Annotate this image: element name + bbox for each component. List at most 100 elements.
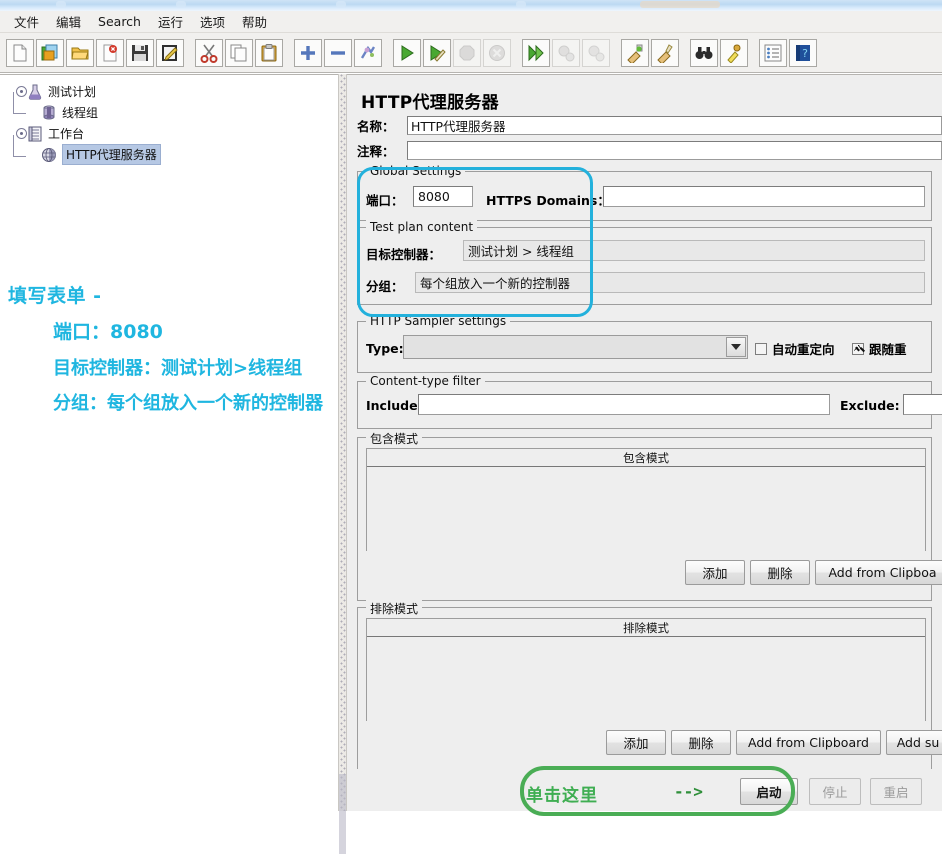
arrow-annotation: --> [674, 782, 703, 801]
shutdown-icon-button [483, 38, 511, 67]
http-proxy-icon [40, 146, 58, 164]
tree-expand-handle-workbench[interactable] [16, 128, 27, 139]
target-controller-combo[interactable]: 测试计划 > 线程组 [463, 240, 925, 261]
include-input[interactable] [418, 394, 830, 415]
toggle-icon-button[interactable] [354, 38, 382, 67]
clear-icon-button[interactable] [621, 38, 649, 67]
annotation-instructions: 填写表单 - 端口：8080 目标控制器：测试计划>线程组 分组：每个组放入一个… [8, 281, 338, 415]
annotation-line-4: 分组：每个组放入一个新的控制器 [53, 393, 323, 414]
name-label: 名称： [357, 119, 395, 134]
expand-plus-icon-button[interactable] [294, 38, 322, 67]
svg-text:?: ? [802, 47, 808, 60]
tree-node-thread-group[interactable]: 线程组 [8, 102, 338, 123]
clear-all-icon-button[interactable] [651, 38, 679, 67]
exclude-add-suggested-button[interactable]: Add su [886, 730, 942, 755]
copy-icon-button[interactable] [225, 38, 253, 67]
exclude-delete-button[interactable]: 删除 [671, 730, 731, 755]
menu-edit[interactable]: 编辑 [48, 10, 89, 33]
grouping-label: 分组： [366, 279, 404, 294]
start-button[interactable]: 启动 [740, 778, 798, 805]
shutdown-remote-icon-button [582, 38, 610, 67]
function-helper-icon-button[interactable] [759, 38, 787, 67]
reset-search-icon-button[interactable] [720, 38, 748, 67]
tree-node-label: 线程组 [62, 106, 99, 120]
save-icon-button[interactable] [126, 38, 154, 67]
comment-input[interactable] [407, 141, 942, 160]
open-folder-icon-button[interactable] [66, 38, 94, 67]
exclude-add-button[interactable]: 添加 [606, 730, 666, 755]
test-plan-tree-panel[interactable]: 测试计划 线程组 工作台 HTTP代理服务器 填写表单 - 端口：8080 目标… [0, 74, 338, 811]
test-plan-content-group: Test plan content 目标控制器： 测试计划 > 线程组 分组： … [357, 220, 932, 305]
follow-redirect-label: 跟随重 [869, 342, 907, 357]
grouping-combo[interactable]: 每个组放入一个新的控制器 [415, 272, 925, 293]
close-document-icon-button[interactable] [96, 38, 124, 67]
exclude-patterns-table[interactable]: 排除模式 [366, 618, 926, 721]
split-pane-divider[interactable] [338, 74, 347, 854]
help-book-icon-button[interactable]: ? [789, 38, 817, 67]
exclude-input[interactable] [903, 394, 942, 415]
include-patterns-column-header[interactable]: 包含模式 [367, 449, 925, 467]
annotation-line-1: 填写表单 - [8, 285, 102, 307]
include-add-from-clipboard-button[interactable]: Add from Clipboa [815, 560, 942, 585]
proxy-control-bar: 单击这里 --> 启动 停止 重启 [347, 769, 942, 811]
stop-icon-button [453, 38, 481, 67]
global-settings-title: Global Settings [366, 164, 466, 178]
click-here-annotation: 单击这里 [526, 786, 598, 806]
http-sampler-settings-group: HTTP Sampler settings Type: 自动重定向 跟随重 [357, 314, 932, 373]
https-domains-input[interactable] [603, 186, 925, 207]
target-controller-label: 目标控制器： [366, 247, 442, 262]
collapse-minus-icon-button[interactable] [324, 38, 352, 67]
start-remote-icon-button[interactable] [522, 38, 550, 67]
tree-node-label: HTTP代理服务器 [62, 144, 161, 165]
include-patterns-group: 包含模式 包含模式 添加 删除 Add from Clipboa [357, 430, 942, 601]
tree-node-label: 测试计划 [48, 85, 97, 99]
http-proxy-server-panel: HTTP代理服务器 名称： HTTP代理服务器 注释： Global Setti… [347, 74, 942, 811]
exclude-patterns-table-body[interactable] [367, 637, 925, 721]
start-icon-button[interactable] [393, 38, 421, 67]
include-add-button[interactable]: 添加 [685, 560, 745, 585]
tree-node-workbench[interactable]: 工作台 [8, 123, 338, 144]
menu-run[interactable]: 运行 [150, 10, 191, 33]
stop-remote-icon-button [552, 38, 580, 67]
auto-redirect-checkbox[interactable]: 自动重定向 [755, 339, 835, 358]
restart-button: 重启 [870, 778, 922, 805]
annotation-line-2: 端口：8080 [53, 321, 163, 343]
exclude-add-from-clipboard-button[interactable]: Add from Clipboard [736, 730, 881, 755]
paste-icon-button[interactable] [255, 38, 283, 67]
follow-redirect-checkbox[interactable]: 跟随重 [852, 339, 907, 358]
include-patterns-table-body[interactable] [367, 467, 925, 551]
comment-row: 注释： [357, 141, 942, 160]
menu-help[interactable]: 帮助 [234, 10, 275, 33]
menu-file[interactable]: 文件 [6, 10, 47, 33]
annotation-line-3: 目标控制器：测试计划>线程组 [53, 358, 303, 379]
menu-search[interactable]: Search [90, 12, 149, 31]
include-patterns-table[interactable]: 包含模式 [366, 448, 926, 551]
include-label: Include: [366, 398, 423, 413]
tree-node-http-proxy-server[interactable]: HTTP代理服务器 [8, 144, 338, 165]
page-title: HTTP代理服务器 [361, 93, 499, 113]
workbench-icon [26, 125, 44, 143]
search-binoculars-icon-button[interactable] [690, 38, 718, 67]
toolbar: ? [0, 33, 942, 73]
port-input[interactable]: 8080 [413, 186, 473, 207]
tree-node-label: 工作台 [48, 127, 85, 141]
checkbox-box [755, 342, 767, 355]
chevron-down-icon[interactable] [726, 337, 746, 357]
https-domains-label: HTTPS Domains： [486, 193, 610, 208]
test-plan-icon [26, 83, 44, 101]
new-document-icon-button[interactable] [6, 38, 34, 67]
tree-node-test-plan[interactable]: 测试计划 [8, 81, 338, 102]
include-patterns-title: 包含模式 [366, 430, 423, 447]
start-no-timers-icon-button[interactable] [423, 38, 451, 67]
tree-expand-handle-test-plan[interactable] [16, 86, 27, 97]
port-label: 端口： [366, 193, 404, 208]
exclude-patterns-column-header[interactable]: 排除模式 [367, 619, 925, 637]
type-combo[interactable] [403, 335, 748, 359]
cut-icon-button[interactable] [195, 38, 223, 67]
templates-icon-button[interactable] [36, 38, 64, 67]
include-delete-button[interactable]: 删除 [750, 560, 810, 585]
menu-options[interactable]: 选项 [192, 10, 233, 33]
exclude-label: Exclude: [840, 398, 900, 413]
name-input[interactable]: HTTP代理服务器 [407, 116, 942, 135]
save-as-icon-button[interactable] [156, 38, 184, 67]
